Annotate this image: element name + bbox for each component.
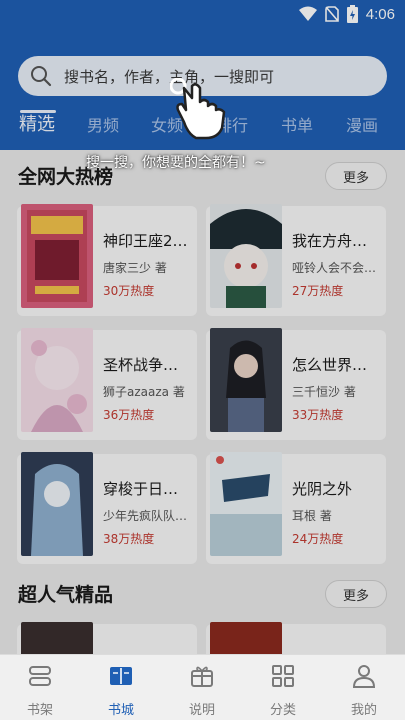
battery-charging-icon (346, 5, 358, 23)
book-author: 三千恒沙 著 (292, 385, 356, 399)
status-bar: 4:06 (0, 0, 405, 30)
book-cover (210, 452, 282, 556)
bookstore-icon (110, 667, 132, 685)
book-title: 我在方舟当… (292, 232, 380, 250)
book-author: 哑铃人会不会… (292, 261, 377, 275)
grid-icon (272, 665, 294, 687)
no-sim-icon (324, 6, 339, 22)
book-card[interactable]: 光阴之外 耳根 著 24万热度 (206, 452, 386, 564)
book-cover (21, 622, 93, 654)
book-card[interactable]: 我在方舟当… 哑铃人会不会… 27万热度 (206, 204, 386, 316)
book-cover (210, 204, 282, 308)
nav-label: 书架 (26, 703, 53, 718)
main-content: 全网大热榜 更多 神印王座2… 唐家三少 著 30万热度 我在方舟当… 哑铃人会… (0, 150, 405, 654)
book-heat: 33万热度 (292, 408, 344, 422)
book-author: 少年先疯队队… (103, 509, 188, 523)
nav-bookstore[interactable]: 书城 (91, 663, 151, 718)
book-title: 光阴之外 (292, 480, 353, 498)
nav-label: 我的 (350, 703, 377, 718)
book-heat: 30万热度 (103, 284, 155, 298)
user-icon (352, 665, 376, 688)
status-time: 4:06 (365, 5, 395, 23)
book-heat: 24万热度 (292, 532, 344, 546)
book-title: 穿梭于日常… (103, 480, 191, 498)
nav-label: 分类 (269, 703, 296, 718)
book-cover (21, 328, 93, 432)
book-cover (21, 204, 93, 308)
nav-profile[interactable]: 我的 (334, 663, 394, 718)
nav-label: 书城 (107, 703, 134, 718)
section-header: 超人气精品 (18, 580, 113, 607)
book-cover (210, 622, 282, 654)
book-title: 圣杯战争，… (103, 356, 191, 374)
pointing-hand-icon (169, 77, 232, 140)
section-title: 超人气精品 (18, 584, 114, 606)
book-heat: 27万热度 (292, 284, 344, 298)
book-heat: 36万热度 (103, 408, 155, 422)
book-card[interactable]: 穿梭于日常… 少年先疯队队… 38万热度 (17, 452, 197, 564)
search-icon (31, 66, 52, 87)
book-card[interactable] (206, 622, 386, 654)
tutorial-hint: 搜一搜，你想要的全都有！~ (86, 155, 266, 171)
nav-category[interactable]: 分类 (253, 663, 313, 718)
search-placeholder: 搜书名，作者，主角，一搜即可 (64, 67, 275, 86)
nav-bookshelf[interactable]: 书架 (10, 663, 70, 718)
book-cover (210, 328, 282, 432)
book-card[interactable] (17, 622, 197, 654)
more-button[interactable]: 更多 (325, 580, 387, 608)
tab-male[interactable]: 男频 (87, 112, 119, 136)
book-title: 怎么世界显… (292, 356, 380, 374)
book-author: 耳根 著 (292, 509, 332, 523)
tab-featured[interactable]: 精选 (19, 110, 55, 136)
book-card[interactable]: 神印王座2… 唐家三少 著 30万热度 (17, 204, 197, 316)
bottom-nav: 书架 书城 说明 分类 我的 (0, 654, 405, 720)
wifi-icon (298, 6, 317, 21)
nav-info[interactable]: 说明 (172, 663, 232, 718)
book-card[interactable]: 圣杯战争，… 狮子azaaza 著 36万热度 (17, 328, 197, 440)
book-title: 神印王座2… (103, 232, 188, 250)
book-heat: 38万热度 (103, 532, 155, 546)
tab-comics[interactable]: 漫画 (346, 112, 378, 136)
book-card[interactable]: 怎么世界显… 三千恒沙 著 33万热度 (206, 328, 386, 440)
book-author: 狮子azaaza 著 (103, 385, 185, 399)
nav-label: 说明 (188, 703, 215, 718)
tab-underline (20, 110, 56, 113)
gift-icon (191, 666, 213, 687)
tab-booklist[interactable]: 书单 (281, 112, 313, 136)
more-button[interactable]: 更多 (325, 162, 387, 190)
bookshelf-icon (29, 666, 51, 686)
book-cover (21, 452, 93, 556)
book-author: 唐家三少 著 (103, 261, 167, 275)
